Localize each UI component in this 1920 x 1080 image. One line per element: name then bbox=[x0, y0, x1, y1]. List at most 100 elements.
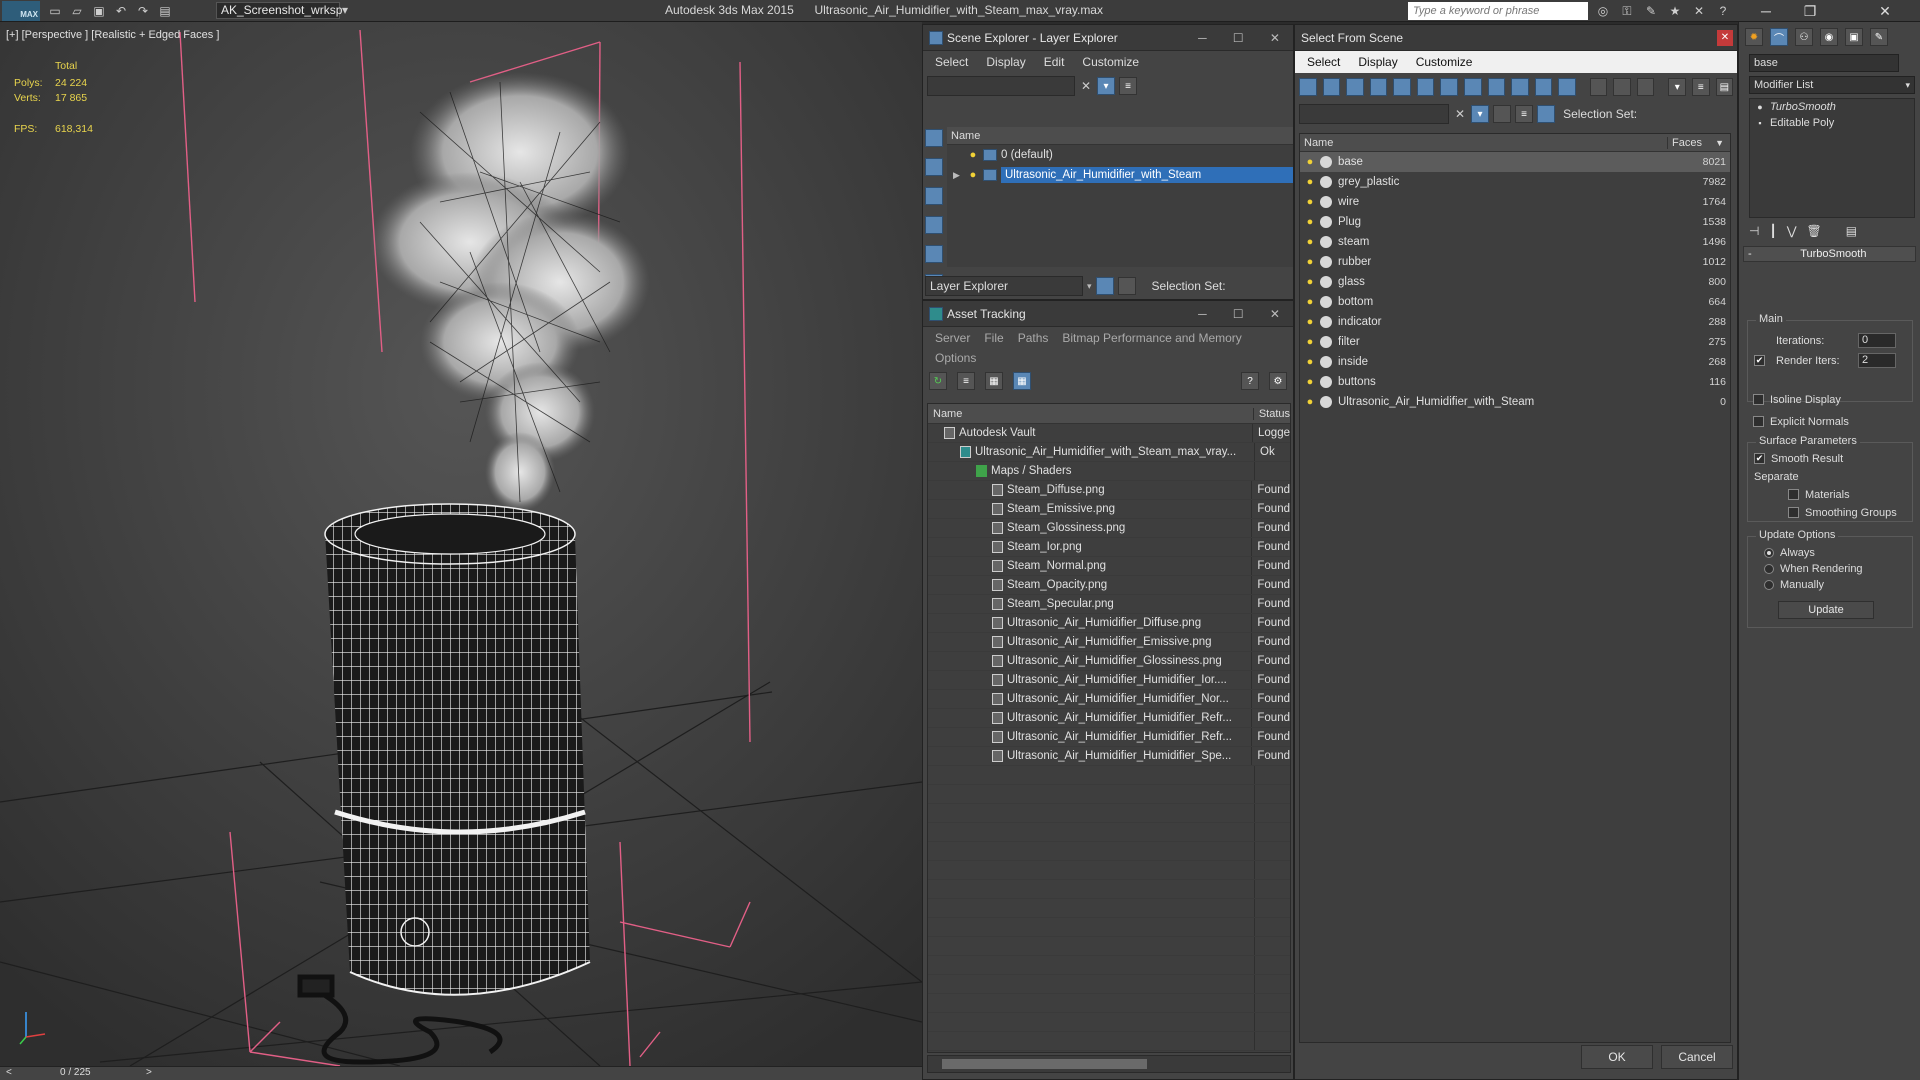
turbosmooth-rollout-header[interactable]: - TurboSmooth bbox=[1743, 246, 1916, 262]
filter-bones-icon[interactable] bbox=[1487, 78, 1506, 96]
asset-row[interactable]: Steam_Specular.png Found bbox=[928, 595, 1290, 614]
exchange-icon[interactable]: ✕ bbox=[1690, 3, 1708, 19]
layer-row[interactable]: ▶ ● Ultrasonic_Air_Humidifier_with_Steam bbox=[947, 165, 1293, 185]
asset-row[interactable]: Ultrasonic_Air_Humidifier_Humidifier_Ior… bbox=[928, 671, 1290, 690]
sfs-search-input[interactable] bbox=[1299, 104, 1449, 124]
modifier-stack-item[interactable]: ▪ Editable Poly bbox=[1750, 115, 1914, 131]
save-icon[interactable]: ▣ bbox=[90, 3, 108, 19]
light-bulb-icon[interactable]: ● bbox=[967, 149, 979, 161]
workspace-dropdown[interactable]: AK_Screenshot_wrksp bbox=[216, 2, 342, 19]
redo-icon[interactable]: ↷ bbox=[134, 3, 152, 19]
remove-modifier-icon[interactable]: 🗑 bbox=[1807, 224, 1822, 238]
select-from-scene-close-icon[interactable]: ✕ bbox=[1717, 29, 1733, 46]
sfs-filter-icon[interactable]: ▾ bbox=[1668, 78, 1686, 96]
asset-menu-file[interactable]: File bbox=[984, 331, 1003, 345]
viewport-label[interactable]: [+] [Perspective ] [Realistic + Edged Fa… bbox=[6, 29, 219, 41]
thumbnail-view-icon[interactable]: ▦ bbox=[985, 372, 1003, 390]
scene-explorer-maximize-icon[interactable]: ☐ bbox=[1233, 31, 1244, 45]
open-file-icon[interactable]: ▱ bbox=[68, 3, 86, 19]
asset-row[interactable]: Ultrasonic_Air_Humidifier_Humidifier_Nor… bbox=[928, 690, 1290, 709]
time-slider[interactable]: < 0 / 225 > bbox=[0, 1066, 922, 1080]
light-bulb-icon[interactable]: ● bbox=[1304, 336, 1316, 348]
explorer-type-dropdown[interactable]: Layer Explorer bbox=[925, 276, 1083, 296]
filter-icon[interactable]: ▾ bbox=[1097, 77, 1116, 95]
filter-frozen-icon[interactable] bbox=[1534, 78, 1553, 96]
sfs-object-row[interactable]: ● base 8021 bbox=[1300, 152, 1730, 172]
configure-modifier-sets-icon[interactable]: ▤ bbox=[1846, 224, 1857, 238]
filter-shapes-icon[interactable] bbox=[1322, 78, 1341, 96]
modifier-on-icon[interactable]: ● bbox=[1750, 102, 1770, 112]
make-unique-icon[interactable]: ⋁ bbox=[1787, 224, 1797, 238]
binoculars-icon[interactable]: ◎ bbox=[1594, 3, 1612, 19]
sfs-object-row[interactable]: ● filter 275 bbox=[1300, 332, 1730, 352]
scene-explorer-minimize-icon[interactable]: ─ bbox=[1198, 31, 1207, 45]
sfs-col-faces[interactable]: Faces bbox=[1668, 137, 1715, 149]
create-tab-icon[interactable]: ✹ bbox=[1745, 28, 1763, 46]
subscription-icon[interactable]: ✎ bbox=[1642, 3, 1660, 19]
modifier-list-arrow-icon[interactable]: ▾ bbox=[1905, 80, 1914, 91]
smoothing-groups-checkbox[interactable] bbox=[1788, 507, 1799, 518]
sfs-col-name[interactable]: Name bbox=[1300, 136, 1668, 149]
time-slider-next-button[interactable]: > bbox=[146, 1067, 152, 1078]
sfs-find-icon[interactable]: ▾ bbox=[1471, 105, 1490, 123]
scene-explorer-menu-customize[interactable]: Customize bbox=[1082, 55, 1139, 69]
asset-menu-options[interactable]: Options bbox=[935, 351, 976, 365]
display-helpers-icon[interactable] bbox=[925, 245, 943, 263]
filter-hidden-icon[interactable] bbox=[1558, 78, 1576, 96]
filter-xrefs-icon[interactable] bbox=[1463, 78, 1482, 96]
asset-row[interactable]: Steam_Emissive.png Found bbox=[928, 500, 1290, 519]
asset-row[interactable]: Ultrasonic_Air_Humidifier_Humidifier_Spe… bbox=[928, 747, 1290, 766]
asset-row[interactable]: Ultrasonic_Air_Humidifier_Diffuse.png Fou… bbox=[928, 614, 1290, 633]
sfs-columns-icon[interactable]: ▤ bbox=[1715, 78, 1734, 96]
filter-groups-icon[interactable] bbox=[1440, 78, 1458, 96]
asset-menu-bitmap[interactable]: Bitmap Performance and Memory bbox=[1062, 331, 1241, 345]
update-manually-option[interactable]: Manually bbox=[1764, 575, 1824, 594]
asset-row[interactable]: Autodesk Vault Logge bbox=[928, 424, 1290, 443]
asset-row[interactable]: Steam_Glossiness.png Found bbox=[928, 519, 1290, 538]
favorites-star-icon[interactable]: ★ bbox=[1666, 3, 1684, 19]
scene-explorer-menu-edit[interactable]: Edit bbox=[1044, 55, 1065, 69]
display-none-icon[interactable] bbox=[1613, 78, 1631, 96]
sfs-object-row[interactable]: ● inside 268 bbox=[1300, 352, 1730, 372]
display-all-icon[interactable] bbox=[1589, 78, 1608, 96]
show-end-result-icon[interactable]: ┃ bbox=[1769, 224, 1776, 238]
sfs-object-row[interactable]: ● buttons 116 bbox=[1300, 372, 1730, 392]
asset-row[interactable]: Steam_Opacity.png Found bbox=[928, 576, 1290, 595]
light-bulb-icon[interactable]: ● bbox=[967, 169, 979, 181]
light-bulb-icon[interactable]: ● bbox=[1304, 356, 1316, 368]
smoothing-groups-option[interactable]: Smoothing Groups bbox=[1788, 503, 1897, 522]
light-bulb-icon[interactable]: ● bbox=[1304, 376, 1316, 388]
asset-help-icon[interactable]: ? bbox=[1241, 372, 1259, 390]
materials-option[interactable]: Materials bbox=[1788, 485, 1850, 504]
asset-row[interactable]: Steam_Diffuse.png Found bbox=[928, 481, 1290, 500]
light-bulb-icon[interactable]: ● bbox=[1304, 296, 1316, 308]
scene-explorer-menu-select[interactable]: Select bbox=[935, 55, 968, 69]
smooth-result-checkbox[interactable]: ✔ bbox=[1754, 453, 1765, 464]
asset-row[interactable]: Ultrasonic_Air_Humidifier_Humidifier_Ref… bbox=[928, 728, 1290, 747]
render-iters-spinner[interactable]: 2 bbox=[1858, 353, 1896, 368]
hierarchy-icon[interactable] bbox=[1117, 277, 1136, 295]
list-view-icon[interactable]: ≡ bbox=[957, 372, 975, 390]
update-rendering-radio[interactable] bbox=[1764, 563, 1774, 574]
minimize-window-button[interactable]: ─ bbox=[1744, 0, 1788, 22]
display-lights-icon[interactable] bbox=[925, 187, 943, 205]
explicit-normals-checkbox[interactable] bbox=[1753, 416, 1764, 427]
sfs-object-row[interactable]: ● rubber 1012 bbox=[1300, 252, 1730, 272]
sfs-object-row[interactable]: ● steam 1496 bbox=[1300, 232, 1730, 252]
modifier-list-dropdown[interactable]: Modifier List ▾ bbox=[1749, 76, 1915, 94]
filter-lights-icon[interactable] bbox=[1346, 78, 1364, 96]
hierarchy-tab-icon[interactable]: ⚇ bbox=[1795, 28, 1813, 46]
sfs-object-row[interactable]: ● indicator 288 bbox=[1300, 312, 1730, 332]
asset-menu-paths[interactable]: Paths bbox=[1018, 331, 1049, 345]
filter-containers-icon[interactable] bbox=[1511, 78, 1529, 96]
filter-cameras-icon[interactable] bbox=[1369, 78, 1388, 96]
light-bulb-icon[interactable]: ● bbox=[1304, 276, 1316, 288]
sfs-menu-customize[interactable]: Customize bbox=[1416, 55, 1473, 69]
smooth-result-option[interactable]: ✔ Smooth Result bbox=[1754, 449, 1843, 468]
asset-row[interactable]: Ultrasonic_Air_Humidifier_with_Steam_max… bbox=[928, 443, 1290, 462]
perspective-viewport[interactable]: [+] [Perspective ] [Realistic + Edged Fa… bbox=[0, 22, 922, 1066]
sfs-options-icon[interactable]: ≡ bbox=[1692, 78, 1710, 96]
update-button[interactable]: Update bbox=[1778, 601, 1874, 619]
layer-explorer-icon[interactable] bbox=[1095, 277, 1114, 295]
asset-row[interactable]: Maps / Shaders bbox=[928, 462, 1290, 481]
